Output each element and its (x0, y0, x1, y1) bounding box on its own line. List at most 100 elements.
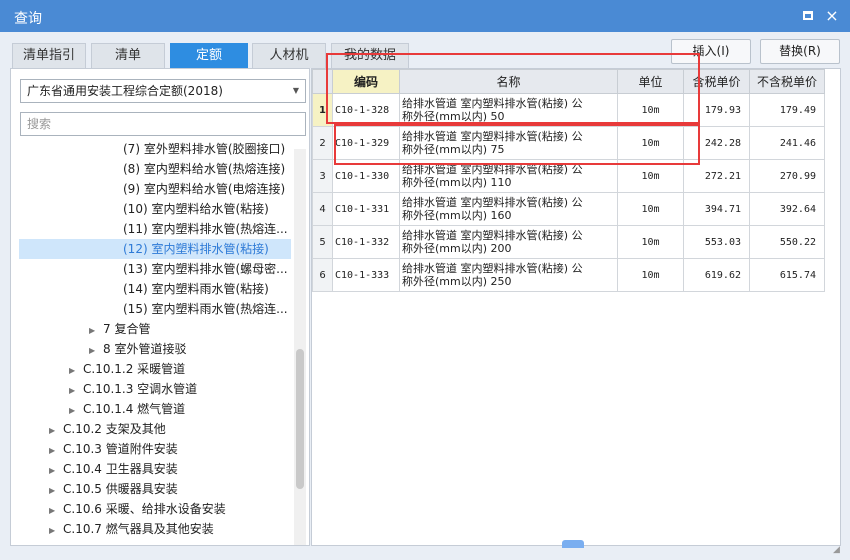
tax-price-cell[interactable]: 394.71 (683, 192, 750, 226)
tree-item[interactable]: ▶ C.10.4 卫生器具安装 (19, 459, 291, 479)
name-line-1: 给排水管道 室内塑料排水管(粘接) 公 (402, 229, 583, 242)
chevron-right-icon[interactable]: ▶ (69, 361, 83, 379)
table-row[interactable]: 6 C10-1-333 给排水管道 室内塑料排水管(粘接) 公称外径(mm以内)… (312, 258, 825, 292)
column-header-notax-price[interactable]: 不含税单价 (749, 69, 825, 94)
tree-item-label: C.10.5 供暖器具安装 (63, 482, 178, 496)
tree-item[interactable]: ▶ C.10.7 燃气器具及其他安装 (19, 519, 291, 539)
tree-item[interactable]: (8) 室内塑料给水管(热熔连接) (19, 159, 291, 179)
chevron-right-icon[interactable]: ▶ (49, 421, 63, 439)
notax-price-cell[interactable]: 392.64 (749, 192, 825, 226)
tree-item[interactable]: ▶ C.10.5 供暖器具安装 (19, 479, 291, 499)
table-row[interactable]: 1 C10-1-328 给排水管道 室内塑料排水管(粘接) 公称外径(mm以内)… (312, 93, 825, 127)
tree-item-label: C.10.1.4 燃气管道 (83, 402, 186, 416)
code-cell[interactable]: C10-1-333 (332, 258, 400, 292)
tree-item[interactable]: ▶ C.10.1.4 燃气管道 (19, 399, 291, 419)
row-number: 2 (312, 126, 333, 160)
name-cell[interactable]: 给排水管道 室内塑料排水管(粘接) 公称外径(mm以内) 250 (399, 258, 618, 292)
insert-button[interactable]: 插入(I) (671, 39, 751, 64)
name-cell[interactable]: 给排水管道 室内塑料排水管(粘接) 公称外径(mm以内) 50 (399, 93, 618, 127)
close-icon[interactable]: × (824, 8, 840, 24)
chevron-right-icon[interactable]: ▶ (89, 321, 103, 339)
tree-item[interactable]: ▶ C.10.1.2 采暖管道 (19, 359, 291, 379)
chevron-right-icon[interactable]: ▶ (69, 401, 83, 419)
tax-price-cell[interactable]: 242.28 (683, 126, 750, 160)
tree-item[interactable]: (10) 室内塑料给水管(粘接) (19, 199, 291, 219)
table-row[interactable]: 2 C10-1-329 给排水管道 室内塑料排水管(粘接) 公称外径(mm以内)… (312, 126, 825, 160)
tab-bill-guide[interactable]: 清单指引 (12, 43, 86, 68)
unit-cell[interactable]: 10m (617, 258, 684, 292)
tree-item[interactable]: ▶ C.10.1.3 空调水管道 (19, 379, 291, 399)
tree-item[interactable]: (13) 室内塑料排水管(螺母密... (19, 259, 291, 279)
notax-price-cell[interactable]: 241.46 (749, 126, 825, 160)
chevron-right-icon[interactable]: ▶ (49, 501, 63, 519)
tab-labor-material[interactable]: 人材机 (252, 43, 326, 68)
scrollbar-thumb[interactable] (296, 349, 304, 489)
notax-price-cell[interactable]: 615.74 (749, 258, 825, 292)
results-table: 编码 名称 单位 含税单价 不含税单价 1 C10-1-328 给排水管道 室内… (312, 69, 825, 292)
column-header-code[interactable]: 编码 (332, 69, 400, 94)
tree-scrollbar[interactable] (294, 149, 306, 545)
unit-cell[interactable]: 10m (617, 192, 684, 226)
tree-item[interactable]: ▶ C.10.6 采暖、给排水设备安装 (19, 499, 291, 519)
name-cell[interactable]: 给排水管道 室内塑料排水管(粘接) 公称外径(mm以内) 110 (399, 159, 618, 193)
column-header-tax-price[interactable]: 含税单价 (683, 69, 750, 94)
tax-price-cell[interactable]: 272.21 (683, 159, 750, 193)
tree-item[interactable]: (11) 室内塑料排水管(热熔连... (19, 219, 291, 239)
code-cell[interactable]: C10-1-330 (332, 159, 400, 193)
resize-grip-icon[interactable]: ◢ (833, 545, 845, 557)
code-cell[interactable]: C10-1-329 (332, 126, 400, 160)
library-select[interactable]: 广东省通用安装工程综合定额(2018) ▼ (20, 79, 306, 103)
column-header-unit[interactable]: 单位 (617, 69, 684, 94)
tree-item[interactable]: ▶ 8 室外管道接驳 (19, 339, 291, 359)
name-cell[interactable]: 给排水管道 室内塑料排水管(粘接) 公称外径(mm以内) 200 (399, 225, 618, 259)
row-number: 4 (312, 192, 333, 226)
name-cell[interactable]: 给排水管道 室内塑料排水管(粘接) 公称外径(mm以内) 75 (399, 126, 618, 160)
table-row[interactable]: 3 C10-1-330 给排水管道 室内塑料排水管(粘接) 公称外径(mm以内)… (312, 159, 825, 193)
code-cell[interactable]: C10-1-331 (332, 192, 400, 226)
tree-item[interactable]: (15) 室内塑料雨水管(热熔连... (19, 299, 291, 319)
chevron-right-icon[interactable]: ▶ (49, 461, 63, 479)
code-cell[interactable]: C10-1-328 (332, 93, 400, 127)
unit-cell[interactable]: 10m (617, 126, 684, 160)
notax-price-cell[interactable]: 179.49 (749, 93, 825, 127)
tree-item[interactable]: ▶ C.10.3 管道附件安装 (19, 439, 291, 459)
name-cell[interactable]: 给排水管道 室内塑料排水管(粘接) 公称外径(mm以内) 160 (399, 192, 618, 226)
chevron-right-icon[interactable]: ▶ (49, 481, 63, 499)
unit-cell[interactable]: 10m (617, 159, 684, 193)
table-row[interactable]: 5 C10-1-332 给排水管道 室内塑料排水管(粘接) 公称外径(mm以内)… (312, 225, 825, 259)
unit-cell[interactable]: 10m (617, 225, 684, 259)
name-line-2: 称外径(mm以内) 250 (402, 275, 512, 288)
name-line-1: 给排水管道 室内塑料排水管(粘接) 公 (402, 196, 583, 209)
chevron-right-icon[interactable]: ▶ (49, 521, 63, 539)
splitter-grip[interactable] (562, 540, 584, 548)
tax-price-cell[interactable]: 619.62 (683, 258, 750, 292)
chevron-right-icon[interactable]: ▶ (49, 441, 63, 459)
notax-price-cell[interactable]: 270.99 (749, 159, 825, 193)
tree-item-selected[interactable]: (12) 室内塑料排水管(粘接) (19, 239, 291, 259)
tab-my-data[interactable]: 我的数据 (331, 43, 409, 68)
tree-item[interactable]: (14) 室内塑料雨水管(粘接) (19, 279, 291, 299)
tree-item[interactable]: (7) 室外塑料排水管(胶圈接口) (19, 139, 291, 159)
chevron-right-icon[interactable]: ▶ (89, 341, 103, 359)
column-header-name[interactable]: 名称 (399, 69, 618, 94)
window-title: 查询 (14, 11, 42, 27)
tab-quota[interactable]: 定额 (170, 43, 248, 68)
tree-item-label: C.10.3 管道附件安装 (63, 442, 178, 456)
tree-item[interactable]: ▶ C.10.2 支架及其他 (19, 419, 291, 439)
library-select-value: 广东省通用安装工程综合定额(2018) (27, 84, 223, 98)
tab-bill[interactable]: 清单 (91, 43, 165, 68)
table-row[interactable]: 4 C10-1-331 给排水管道 室内塑料排水管(粘接) 公称外径(mm以内)… (312, 192, 825, 226)
maximize-icon[interactable] (800, 8, 816, 24)
unit-cell[interactable]: 10m (617, 93, 684, 127)
chevron-right-icon[interactable]: ▶ (69, 381, 83, 399)
search-input[interactable] (20, 112, 306, 136)
tree-item[interactable]: (9) 室内塑料给水管(电熔连接) (19, 179, 291, 199)
tree-item[interactable]: ▶ 7 复合管 (19, 319, 291, 339)
tax-price-cell[interactable]: 553.03 (683, 225, 750, 259)
row-number: 5 (312, 225, 333, 259)
tax-price-cell[interactable]: 179.93 (683, 93, 750, 127)
replace-button[interactable]: 替换(R) (760, 39, 840, 64)
notax-price-cell[interactable]: 550.22 (749, 225, 825, 259)
code-cell[interactable]: C10-1-332 (332, 225, 400, 259)
quota-tree: (7) 室外塑料排水管(胶圈接口) (8) 室内塑料给水管(热熔连接) (9) … (11, 139, 291, 545)
